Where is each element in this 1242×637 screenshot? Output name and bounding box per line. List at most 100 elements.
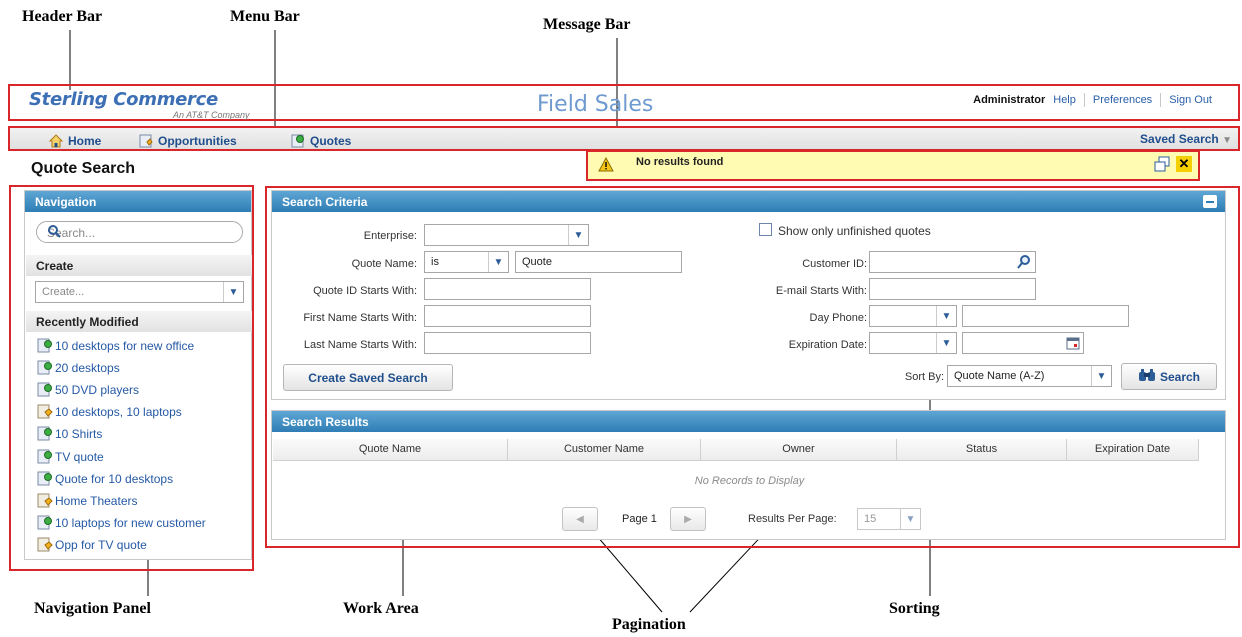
message-bar: No results found ✕ — [586, 150, 1200, 181]
quote-icon — [37, 338, 53, 354]
link-separator — [1160, 93, 1162, 107]
callout-sorting: Sorting — [889, 600, 940, 617]
recent-item[interactable]: TV quote — [37, 449, 104, 465]
callout-pagination: Pagination — [612, 616, 686, 633]
preferences-link[interactable]: Preferences — [1093, 94, 1152, 106]
last-name-input[interactable] — [424, 332, 591, 354]
empty-results-text: No Records to Display — [694, 475, 805, 487]
first-name-label: First Name Starts With: — [303, 312, 417, 324]
recent-item[interactable]: 10 desktops, 10 laptops — [37, 404, 182, 420]
create-saved-search-button[interactable]: Create Saved Search — [283, 364, 453, 391]
quote-name-operator-select[interactable]: is ▼ — [424, 251, 509, 273]
opportunity-icon — [37, 537, 53, 553]
recent-item[interactable]: 50 DVD players — [37, 382, 139, 398]
column-header-status[interactable]: Status — [897, 439, 1067, 461]
search-results-header: Search Results — [272, 411, 1225, 432]
brand-logo: Sterling Commerce — [29, 89, 218, 110]
callout-navigation-panel: Navigation Panel — [34, 600, 151, 617]
chevron-down-icon: ▼ — [223, 282, 243, 302]
results-per-page-label: Results Per Page: — [748, 513, 837, 525]
email-label: E-mail Starts With: — [775, 285, 867, 297]
next-page-button[interactable]: ▶ — [670, 507, 706, 531]
popout-icon[interactable] — [1154, 156, 1170, 175]
sort-by-select[interactable]: Quote Name (A-Z) ▼ — [947, 365, 1112, 387]
recent-item[interactable]: Home Theaters — [37, 493, 137, 509]
customer-id-input[interactable] — [869, 251, 1036, 273]
callout-message-bar: Message Bar — [543, 16, 631, 33]
quote-icon — [37, 382, 53, 398]
sign-out-link[interactable]: Sign Out — [1169, 94, 1212, 106]
email-input[interactable] — [869, 278, 1036, 300]
column-header-expiration-date[interactable]: Expiration Date — [1067, 439, 1199, 461]
recent-item[interactable]: Opp for TV quote — [37, 537, 147, 553]
opportunity-icon — [37, 404, 53, 420]
nav-search-input[interactable]: Search... — [36, 221, 243, 243]
callout-work-area: Work Area — [343, 600, 419, 617]
chevron-right-icon: ▶ — [684, 513, 692, 525]
quote-icon — [37, 515, 53, 531]
quote-icon — [37, 360, 53, 376]
create-select[interactable]: Create... ▼ — [35, 281, 244, 303]
menu-bar-highlight — [8, 126, 1240, 151]
day-phone-operator-select[interactable]: ▼ — [869, 305, 957, 327]
results-per-page-select[interactable]: 15 ▼ — [857, 508, 921, 530]
first-name-input[interactable] — [424, 305, 591, 327]
expiration-date-label: Expiration Date: — [788, 339, 867, 351]
day-phone-input[interactable] — [962, 305, 1129, 327]
recent-item[interactable]: Quote for 10 desktops — [37, 471, 173, 487]
search-button[interactable]: Search — [1121, 363, 1217, 390]
callout-header-bar: Header Bar — [22, 8, 103, 25]
brand-subtitle: An AT&T Company — [173, 110, 250, 120]
recent-item[interactable]: 10 desktops for new office — [37, 338, 194, 354]
header-user-links: Administrator Help Preferences Sign Out — [973, 93, 1212, 107]
expiration-operator-select[interactable]: ▼ — [869, 332, 957, 354]
recent-item-label: 10 desktops for new office — [55, 339, 195, 353]
calendar-icon[interactable] — [1066, 336, 1080, 353]
chevron-down-icon: ▼ — [1091, 366, 1111, 386]
column-header-owner[interactable]: Owner — [701, 439, 897, 461]
chevron-down-icon: ▼ — [488, 252, 508, 272]
quote-id-input[interactable] — [424, 278, 591, 300]
recent-item[interactable]: 10 laptops for new customer — [37, 515, 206, 531]
callout-menu-bar: Menu Bar — [230, 8, 300, 25]
recent-item-label: 20 desktops — [55, 361, 120, 376]
close-icon[interactable]: ✕ — [1176, 156, 1192, 172]
create-placeholder: Create... — [42, 286, 85, 298]
recent-item[interactable]: 20 desktops — [37, 360, 120, 376]
results-per-page-value: 15 — [864, 513, 877, 525]
recent-item-label: Home Theaters — [55, 493, 138, 508]
quote-icon — [37, 426, 53, 442]
recent-item-label: TV quote — [55, 449, 104, 464]
help-link[interactable]: Help — [1053, 94, 1076, 106]
chevron-down-icon: ▼ — [936, 306, 956, 326]
enterprise-select[interactable]: ▼ — [424, 224, 589, 246]
create-section-header: Create — [26, 255, 252, 276]
link-separator — [1083, 93, 1085, 107]
recent-item-label: 10 desktops, 10 laptops — [55, 405, 182, 420]
sort-by-label: Sort By: — [904, 371, 944, 383]
day-phone-label: Day Phone: — [809, 312, 867, 324]
search-button-label: Search — [1159, 369, 1201, 384]
collapse-icon[interactable] — [1203, 195, 1217, 208]
quote-name-value: Quote — [522, 256, 552, 268]
user-name: Administrator — [973, 94, 1046, 106]
message-text: No results found — [636, 156, 724, 168]
search-results-panel: Search Results Quote Name Customer Name … — [271, 410, 1226, 540]
quote-name-input[interactable]: Quote — [515, 251, 682, 273]
chevron-down-icon: ▼ — [568, 225, 588, 245]
recent-item[interactable]: 10 Shirts — [37, 426, 102, 442]
last-name-label: Last Name Starts With: — [303, 339, 417, 351]
column-header-quote-name[interactable]: Quote Name — [273, 439, 508, 461]
navigation-panel: Navigation Search... Create Create... ▼ … — [24, 190, 252, 560]
expiration-date-input[interactable] — [962, 332, 1084, 354]
unfinished-checkbox[interactable] — [759, 223, 772, 236]
column-header-customer-name[interactable]: Customer Name — [508, 439, 701, 461]
lookup-icon[interactable] — [1016, 254, 1032, 273]
recent-section-header: Recently Modified — [26, 311, 252, 332]
quote-name-label: Quote Name: — [351, 258, 417, 270]
navigation-header: Navigation — [25, 191, 251, 212]
previous-page-button[interactable]: ◀ — [562, 507, 598, 531]
search-icon[interactable] — [47, 224, 235, 241]
search-criteria-header: Search Criteria — [272, 191, 1225, 212]
chevron-down-icon: ▼ — [900, 509, 920, 529]
